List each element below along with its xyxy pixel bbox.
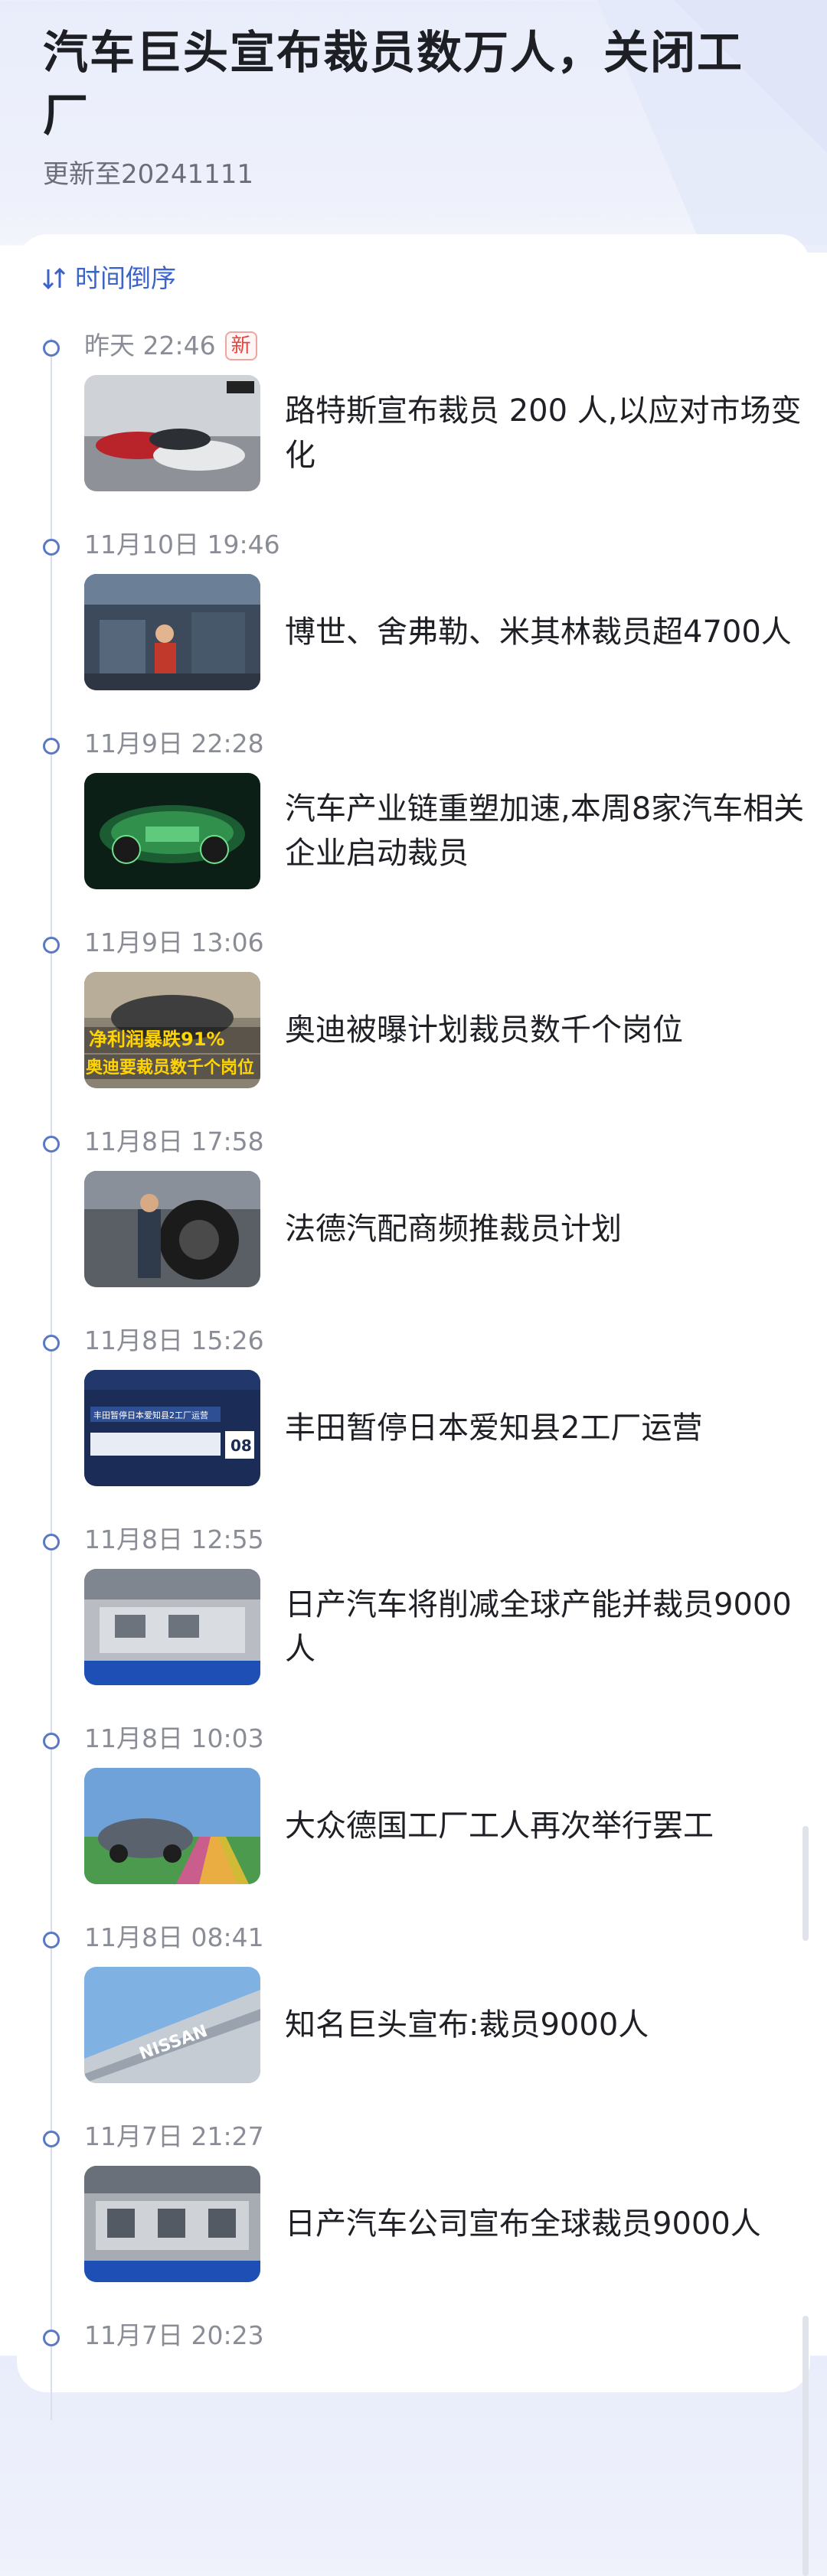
new-badge: 新 bbox=[224, 331, 257, 360]
news-thumbnail[interactable] bbox=[84, 1569, 260, 1685]
sort-label: 时间倒序 bbox=[75, 263, 176, 293]
news-item[interactable]: 11月7日 20:23 bbox=[17, 2319, 810, 2518]
news-time: 11月10日 19:46 bbox=[84, 528, 280, 562]
news-headline[interactable]: 知名巨头宣布:裁员9000人 bbox=[285, 1967, 806, 2083]
thumb-caption-2: 08 bbox=[230, 1436, 252, 1455]
news-item[interactable]: 11月8日 08:41 NISSAN 知名巨头宣布:裁员9000人 bbox=[17, 1921, 810, 2120]
news-time: 11月8日 10:03 bbox=[84, 1722, 264, 1756]
time-text: 昨天 22:46 bbox=[84, 331, 216, 360]
timeline-dot bbox=[43, 539, 60, 556]
news-item[interactable]: 11月9日 13:06 净利润暴跌91% 奥迪要裁员数千个岗位 奥迪被曝计划裁员… bbox=[17, 926, 810, 1125]
timeline-dot bbox=[43, 1932, 60, 1948]
news-headline[interactable]: 奥迪被曝计划裁员数千个岗位 bbox=[285, 972, 806, 1088]
timeline-dot bbox=[43, 1136, 60, 1153]
news-thumbnail[interactable] bbox=[84, 375, 260, 491]
time-text: 11月7日 20:23 bbox=[84, 2320, 264, 2350]
scrollbar-track-segment bbox=[802, 2316, 809, 2576]
news-item[interactable]: 11月10日 19:46 博世、舍弗勒、米其林裁员超4700人 bbox=[17, 528, 810, 727]
timeline-dot bbox=[43, 1733, 60, 1749]
time-text: 11月9日 22:28 bbox=[84, 729, 264, 758]
page-header: 汽车巨头宣布裁员数万人，关闭工厂 更新至20241111 bbox=[43, 21, 778, 191]
timeline-dot bbox=[43, 340, 60, 357]
thumb-caption-2: 奥迪要裁员数千个岗位 bbox=[86, 1058, 254, 1078]
news-time: 11月8日 08:41 bbox=[84, 1921, 264, 1955]
news-time: 昨天 22:46 新 bbox=[84, 329, 257, 363]
time-text: 11月8日 12:55 bbox=[84, 1524, 264, 1554]
news-time: 11月8日 17:58 bbox=[84, 1125, 264, 1159]
news-item[interactable]: 昨天 22:46 新 路特斯宣布裁员 200 人,以应对市场变化 bbox=[17, 329, 810, 528]
page-title: 汽车巨头宣布裁员数万人，关闭工厂 bbox=[43, 26, 744, 142]
timeline-dot bbox=[43, 2131, 60, 2147]
news-thumbnail[interactable]: 丰田暂停日本爱知县2工厂运营 08 bbox=[84, 1370, 260, 1486]
news-headline[interactable]: 法德汽配商频推裁员计划 bbox=[285, 1171, 806, 1287]
news-time: 11月9日 13:06 bbox=[84, 926, 264, 960]
news-time: 11月7日 20:23 bbox=[84, 2319, 264, 2353]
news-thumbnail[interactable] bbox=[84, 1768, 260, 1884]
news-thumbnail[interactable]: 净利润暴跌91% 奥迪要裁员数千个岗位 bbox=[84, 972, 260, 1088]
news-headline[interactable]: 汽车产业链重塑加速,本周8家汽车相关企业启动裁员 bbox=[285, 773, 806, 889]
news-headline[interactable]: 丰田暂停日本爱知县2工厂运营 bbox=[285, 1370, 806, 1486]
news-thumbnail[interactable] bbox=[84, 2166, 260, 2282]
thumb-caption-1: 净利润暴跌91% bbox=[89, 1029, 224, 1050]
news-headline[interactable]: 日产汽车公司宣布全球裁员9000人 bbox=[285, 2166, 806, 2282]
time-text: 11月8日 10:03 bbox=[84, 1723, 264, 1753]
news-headline[interactable]: 博世、舍弗勒、米其林裁员超4700人 bbox=[285, 574, 806, 690]
news-item[interactable]: 11月8日 15:26 丰田暂停日本爱知县2工厂运营 08 丰田暂停日本爱知县2… bbox=[17, 1324, 810, 1523]
news-time: 11月8日 12:55 bbox=[84, 1523, 264, 1557]
news-thumbnail[interactable] bbox=[84, 1171, 260, 1287]
timeline-dot bbox=[43, 1534, 60, 1550]
time-text: 11月7日 21:27 bbox=[84, 2121, 264, 2151]
news-time: 11月8日 15:26 bbox=[84, 1324, 264, 1358]
news-thumbnail[interactable]: NISSAN bbox=[84, 1967, 260, 2083]
news-headline[interactable]: 大众德国工厂工人再次举行罢工 bbox=[285, 1768, 806, 1884]
news-item[interactable]: 11月8日 10:03 大众德国工厂工人再次举行罢工 bbox=[17, 1722, 810, 1921]
news-headline[interactable]: 日产汽车将削减全球产能并裁员9000人 bbox=[285, 1569, 806, 1685]
scrollbar-thumb[interactable] bbox=[802, 1826, 809, 1941]
news-item[interactable]: 11月7日 21:27 日产汽车公司宣布全球裁员9000人 bbox=[17, 2120, 810, 2319]
news-thumbnail[interactable] bbox=[84, 574, 260, 690]
news-time: 11月7日 21:27 bbox=[84, 2120, 264, 2154]
news-time: 11月9日 22:28 bbox=[84, 727, 264, 761]
news-thumbnail[interactable] bbox=[84, 773, 260, 889]
news-item[interactable]: 11月8日 12:55 日产汽车将削减全球产能并裁员9000人 bbox=[17, 1523, 810, 1722]
news-headline[interactable]: 路特斯宣布裁员 200 人,以应对市场变化 bbox=[285, 375, 806, 491]
timeline-dot bbox=[43, 1335, 60, 1352]
time-text: 11月8日 15:26 bbox=[84, 1325, 264, 1355]
timeline-card: 时间倒序 昨天 22:46 新 路特斯宣布裁员 200 人,以应对市场变化 11… bbox=[17, 234, 810, 2576]
thumb-caption-1: 丰田暂停日本爱知县2工厂运营 bbox=[93, 1410, 208, 1420]
time-text: 11月9日 13:06 bbox=[84, 928, 264, 957]
news-item[interactable]: 11月9日 22:28 汽车产业链重塑加速,本周8家汽车相关企业启动裁员 bbox=[17, 727, 810, 926]
news-item[interactable]: 11月8日 17:58 法德汽配商频推裁员计划 bbox=[17, 1125, 810, 1324]
timeline-dot bbox=[43, 937, 60, 954]
updated-date: 更新至20241111 bbox=[43, 159, 254, 190]
timeline-dot bbox=[43, 738, 60, 755]
time-text: 11月8日 17:58 bbox=[84, 1127, 264, 1156]
sort-order-icon bbox=[42, 267, 66, 290]
timeline-dot bbox=[43, 2330, 60, 2346]
time-text: 11月8日 08:41 bbox=[84, 1922, 264, 1952]
sort-toggle[interactable]: 时间倒序 bbox=[41, 262, 176, 295]
time-text: 11月10日 19:46 bbox=[84, 530, 280, 559]
